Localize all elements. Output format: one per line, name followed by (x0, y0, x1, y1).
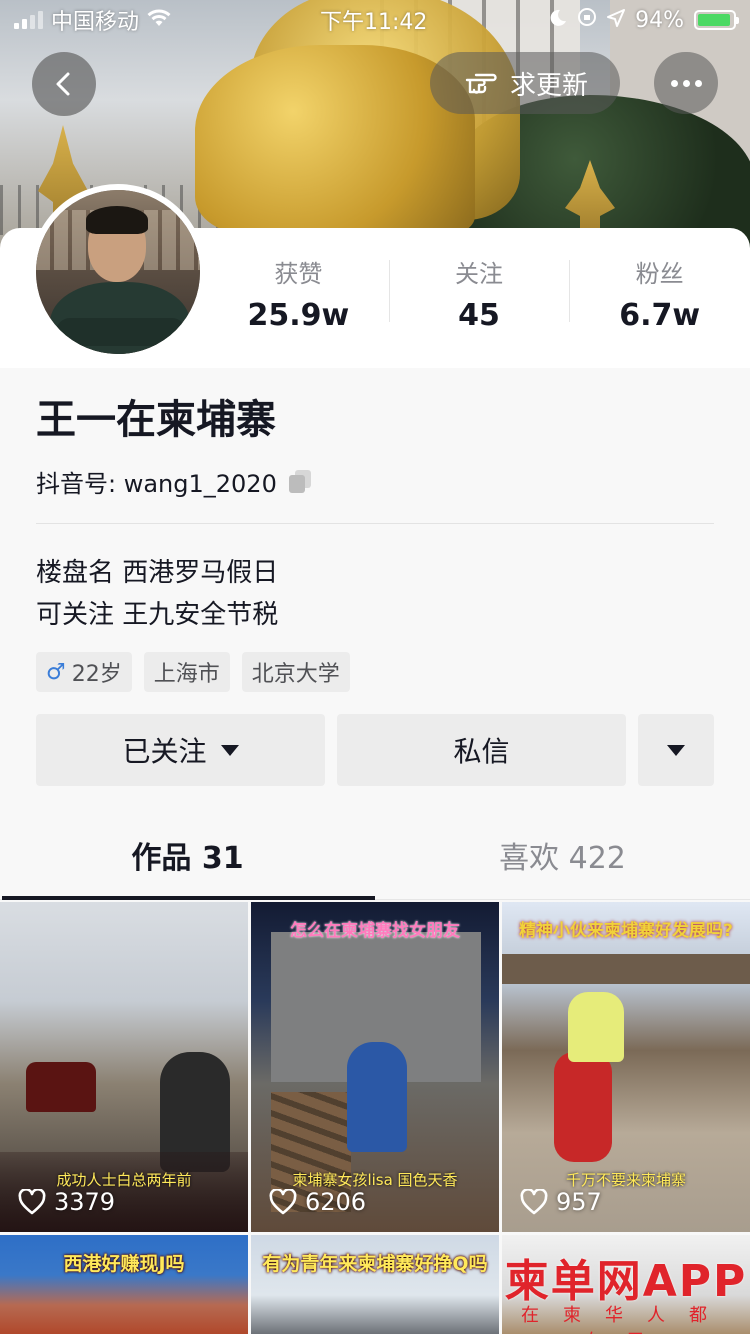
dot-icon (670, 79, 678, 87)
video-thumbnail[interactable]: 有为青年来柬埔寨好挣Q吗 (251, 1235, 499, 1334)
tag-school: 北京大学 (241, 652, 350, 692)
tag-gender-age: ♂ 22岁 (36, 652, 132, 692)
likes-count: 6206 (305, 1188, 367, 1216)
video-likes: 3379 (18, 1188, 115, 1216)
battery-icon (694, 10, 739, 30)
stat-following[interactable]: 关注 45 (388, 256, 570, 336)
caret-down-icon (667, 744, 685, 756)
avatar[interactable] (30, 184, 206, 360)
video-thumbnail[interactable]: 成功人士白总两年前 3379 (0, 902, 248, 1232)
video-title: 西港好赚现J吗 (63, 1253, 185, 1275)
bio-line: 可关注 王九安全节税 (36, 600, 279, 630)
back-button[interactable] (32, 52, 96, 116)
likes-count: 957 (556, 1188, 602, 1216)
stat-label: 粉丝 (635, 260, 684, 288)
douyin-id-row: 抖音号: wang1_2020 (36, 464, 714, 499)
tag-age: 22岁 (71, 662, 122, 687)
stat-value: 25.9w (247, 298, 350, 333)
battery-level (698, 14, 730, 26)
caret-down-icon (220, 744, 239, 756)
stat-likes[interactable]: 获赞 25.9w (208, 256, 389, 336)
stat-followers[interactable]: 粉丝 6.7w (569, 256, 750, 336)
video-caption: 成功人士白总两年前 (56, 1171, 192, 1189)
heart-icon (520, 1189, 548, 1215)
copy-icon[interactable] (288, 469, 313, 494)
wifi-icon (147, 8, 171, 32)
profile-info: 王一在柬埔寨 抖音号: wang1_2020 楼盘名 西港罗马假日 可关注 王九… (0, 366, 750, 692)
tag-city-label: 上海市 (153, 662, 220, 687)
heart-icon (18, 1189, 46, 1215)
bio: 楼盘名 西港罗马假日 可关注 王九安全节税 (36, 552, 714, 636)
stat-label: 获赞 (274, 260, 323, 288)
video-thumbnail[interactable]: 柬单网APP 在柬华人都在用 (502, 1235, 750, 1334)
stat-value: 45 (458, 298, 500, 333)
video-likes: 957 (520, 1188, 602, 1216)
tab-likes[interactable]: 喜欢 422 (375, 820, 750, 899)
signal-icon (14, 11, 43, 29)
watermark-slogan: 在柬华人都在用 (521, 1305, 731, 1334)
male-icon: ♂ (46, 659, 66, 685)
watermark-logo: 柬单网APP (504, 1256, 748, 1307)
battery-percent: 94% (635, 7, 684, 33)
orientation-lock-icon (577, 7, 597, 33)
profile-name: 王一在柬埔寨 (36, 397, 276, 443)
followed-button[interactable]: 已关注 (36, 714, 325, 786)
pointing-hand-icon (465, 73, 497, 94)
moon-icon (549, 8, 567, 33)
heart-icon (269, 1189, 297, 1215)
tag-city: 上海市 (143, 652, 230, 692)
douyin-id: 抖音号: wang1_2020 (36, 470, 277, 498)
stats-row: 获赞 25.9w 关注 45 粉丝 6.7w (208, 256, 750, 336)
message-label: 私信 (453, 735, 510, 768)
more-options-button[interactable] (654, 52, 718, 114)
likes-count: 3379 (54, 1188, 116, 1216)
bio-line: 楼盘名 西港罗马假日 (36, 558, 279, 588)
divider (36, 523, 714, 524)
video-title: 怎么在柬埔寨找女朋友 (290, 921, 460, 941)
video-title: 精神小伙来柬埔寨好发展吗? (519, 921, 733, 941)
followed-label: 已关注 (122, 735, 207, 768)
tag-school-label: 北京大学 (251, 662, 340, 687)
stat-label: 关注 (455, 260, 503, 288)
status-time: 下午11:42 (320, 10, 428, 35)
status-bar: 中国移动 下午11:42 94% (0, 0, 750, 40)
action-buttons: 已关注 私信 (36, 714, 714, 786)
video-likes: 6206 (269, 1188, 366, 1216)
video-caption: 柬埔寨女孩lisa 国色天香 (292, 1171, 458, 1189)
dot-icon (682, 79, 690, 87)
video-thumbnail[interactable]: 西港好赚现J吗 (0, 1235, 248, 1334)
video-thumbnail[interactable]: 精神小伙来柬埔寨好发展吗? 千万不要来柬埔寨 957 (502, 902, 750, 1232)
location-icon (607, 8, 626, 33)
profile-tags: ♂ 22岁 上海市 北京大学 (36, 652, 714, 692)
chevron-left-icon (56, 72, 70, 96)
request-update-button[interactable]: 求更新 (430, 52, 620, 114)
content-tabs: 作品 31 喜欢 422 (0, 820, 750, 900)
request-update-label: 求更新 (509, 70, 588, 101)
message-button[interactable]: 私信 (337, 714, 626, 786)
expand-recommendations-button[interactable] (638, 714, 714, 786)
video-title: 有为青年来柬埔寨好挣Q吗 (262, 1253, 488, 1275)
video-thumbnail[interactable]: 怎么在柬埔寨找女朋友 柬埔寨女孩lisa 国色天香 6206 (251, 902, 499, 1232)
dot-icon (694, 79, 702, 87)
tab-works[interactable]: 作品 31 (0, 820, 375, 900)
video-grid: 成功人士白总两年前 3379 怎么在柬埔寨找女朋友 柬埔寨女孩lisa 国色天香… (0, 902, 750, 1334)
video-caption: 千万不要来柬埔寨 (565, 1171, 686, 1189)
carrier-name: 中国移动 (51, 10, 140, 35)
stat-value: 6.7w (619, 298, 701, 333)
